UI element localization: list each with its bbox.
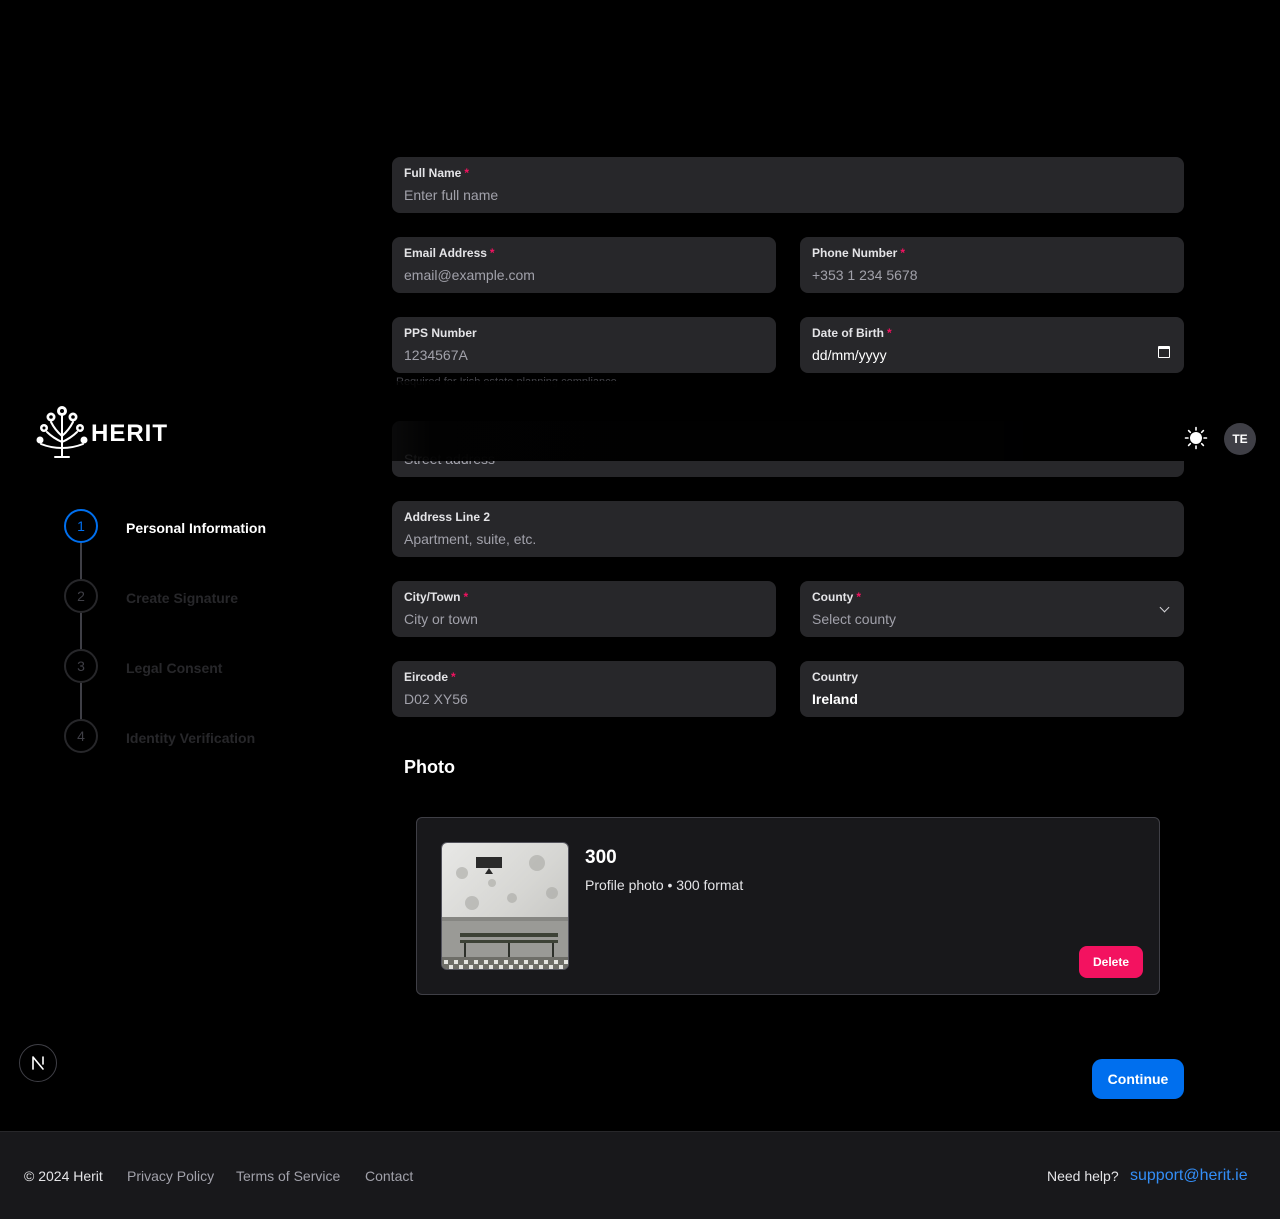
step-number: 1	[64, 509, 98, 543]
sun-icon[interactable]	[1184, 426, 1208, 450]
step-connector	[80, 613, 82, 649]
pps-label: PPS Number	[404, 326, 477, 340]
phone-field[interactable]: Phone Number *	[800, 237, 1184, 293]
photo-card: 300 Profile photo • 300 format Delete	[416, 817, 1160, 995]
city-field[interactable]: City/Town *	[392, 581, 776, 637]
step-connector	[80, 683, 82, 719]
step-personal-information[interactable]: 1 Personal Information	[64, 509, 324, 543]
step-label: Personal Information	[126, 520, 267, 536]
herit-logo[interactable]: HERIT	[35, 404, 168, 458]
user-avatar[interactable]: TE	[1224, 423, 1256, 455]
contact-link[interactable]: Contact	[365, 1168, 413, 1184]
country-label: Country	[812, 670, 858, 684]
eircode-input[interactable]	[404, 690, 764, 708]
full-name-label: Full Name *	[404, 166, 470, 180]
continue-button[interactable]: Continue	[1092, 1059, 1184, 1099]
profile-photo-thumbnail	[441, 842, 569, 970]
dob-input[interactable]: dd/mm/yyyy	[812, 346, 1172, 364]
county-select[interactable]: County * Select county	[800, 581, 1184, 637]
address-line2-field[interactable]: Address Line 2	[392, 501, 1184, 557]
city-input[interactable]	[404, 610, 764, 628]
dob-field[interactable]: Date of Birth * dd/mm/yyyy	[800, 317, 1184, 373]
email-input[interactable]	[404, 266, 764, 284]
step-connector	[80, 543, 82, 579]
phone-input[interactable]	[812, 266, 1172, 284]
support-email-link[interactable]: support@herit.ie	[1130, 1167, 1248, 1185]
delete-photo-button[interactable]: Delete	[1079, 946, 1143, 978]
email-label: Email Address *	[404, 246, 495, 260]
county-value[interactable]: Select county	[812, 610, 1172, 628]
step-number: 4	[64, 719, 98, 753]
city-label: City/Town *	[404, 590, 469, 604]
n-logo-icon	[32, 1056, 44, 1070]
terms-of-service-link[interactable]: Terms of Service	[236, 1168, 340, 1184]
full-name-input[interactable]	[404, 186, 1172, 204]
photo-subtitle: Profile photo • 300 format	[585, 877, 744, 893]
phone-label: Phone Number *	[812, 246, 906, 260]
footer-copyright: © 2024 Herit	[24, 1168, 103, 1184]
header-backdrop	[360, 381, 1280, 461]
county-label: County *	[812, 590, 861, 604]
step-create-signature[interactable]: 2 Create Signature	[64, 579, 324, 613]
photo-title: 300	[585, 847, 617, 868]
tree-logo-icon	[36, 406, 88, 458]
logo-text: HERIT	[91, 420, 168, 447]
step-label: Legal Consent	[126, 660, 223, 676]
dob-label: Date of Birth *	[812, 326, 892, 340]
photo-section-title: Photo	[404, 757, 455, 777]
help-text: Need help?	[1047, 1168, 1119, 1184]
step-legal-consent[interactable]: 3 Legal Consent	[64, 649, 324, 683]
step-number: 2	[64, 579, 98, 613]
pps-field[interactable]: PPS Number	[392, 317, 776, 373]
address-line2-label: Address Line 2	[404, 510, 491, 524]
calendar-icon[interactable]	[1158, 346, 1170, 358]
step-number: 3	[64, 649, 98, 683]
step-label: Identity Verification	[126, 730, 256, 746]
pps-input[interactable]	[404, 346, 764, 364]
privacy-policy-link[interactable]: Privacy Policy	[127, 1168, 214, 1184]
footer: © 2024 Herit Privacy Policy Terms of Ser…	[0, 1131, 1280, 1219]
country-value[interactable]: Ireland	[812, 690, 1172, 708]
nextjs-dev-badge[interactable]	[19, 1044, 57, 1082]
full-name-field[interactable]: Full Name *	[392, 157, 1184, 213]
address-line2-input[interactable]	[404, 530, 1172, 548]
email-field[interactable]: Email Address *	[392, 237, 776, 293]
eircode-field[interactable]: Eircode *	[392, 661, 776, 717]
step-label: Create Signature	[126, 590, 239, 606]
step-identity-verification[interactable]: 4 Identity Verification	[64, 719, 324, 753]
eircode-label: Eircode *	[404, 670, 456, 684]
country-field[interactable]: Country Ireland	[800, 661, 1184, 717]
